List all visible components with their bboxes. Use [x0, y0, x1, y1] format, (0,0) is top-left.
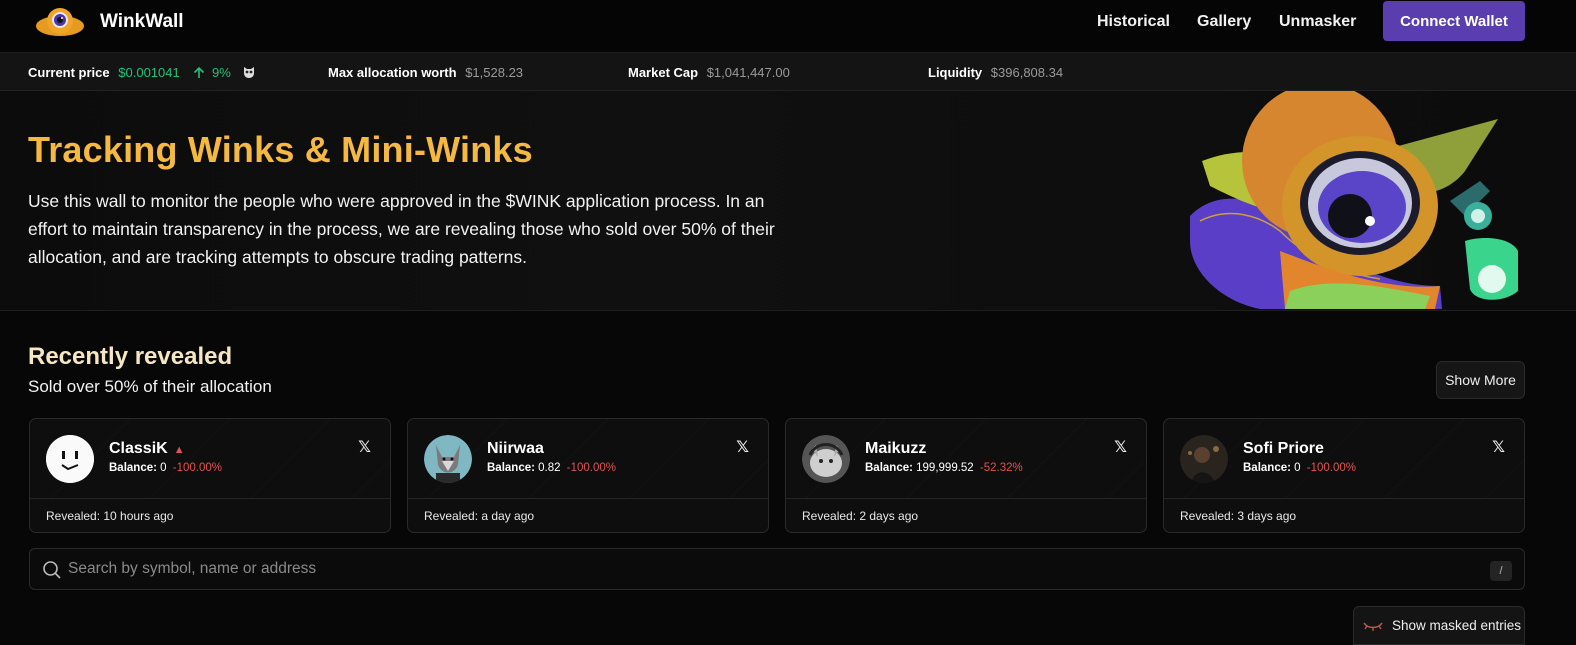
market-cap-value: $1,041,447.00 — [706, 65, 790, 80]
nav-historical[interactable]: Historical — [1097, 13, 1170, 31]
card-name: Niirwaa — [487, 440, 544, 458]
max-allocation-stat: Max allocation worth $1,528.23 — [328, 65, 523, 80]
hero-section: Tracking Winks & Mini-Winks Use this wal… — [0, 91, 1576, 311]
balance-label: Balance: — [1243, 462, 1291, 474]
revealed-card[interactable]: ClassiK ▲ Balance: 0 -100.00% 𝕏 Revealed:… — [29, 418, 391, 533]
balance-value: 199,999.52 — [916, 462, 974, 474]
keyboard-shortcut-badge: / — [1490, 561, 1512, 581]
card-name: Sofi Priore — [1243, 440, 1324, 458]
revealed-card[interactable]: Maikuzz Balance: 199,999.52 -52.32% 𝕏 Re… — [785, 418, 1147, 533]
card-balance: Balance: 0 -100.00% — [1243, 462, 1356, 474]
search-bar: / — [29, 548, 1525, 590]
revealed-time: Revealed: 3 days ago — [1180, 509, 1297, 523]
search-input[interactable] — [68, 549, 1468, 589]
avatar — [1180, 435, 1228, 483]
liquidity-label: Liquidity — [928, 65, 983, 80]
revealed-card[interactable]: Niirwaa Balance: 0.82 -100.00% 𝕏 Reveale… — [407, 418, 769, 533]
current-price-label: Current price — [28, 65, 110, 80]
balance-label: Balance: — [487, 462, 535, 474]
card-name-text: Niirwaa — [487, 440, 544, 457]
price-change-value: 9% — [211, 65, 231, 80]
revealed-time: Revealed: 2 days ago — [802, 509, 919, 523]
card-name: Maikuzz — [865, 440, 926, 458]
stats-ticker: Current price $0.001041 9% Max allocatio… — [0, 53, 1576, 91]
current-price-stat: Current price $0.001041 9% — [28, 65, 256, 80]
avatar — [802, 435, 850, 483]
show-more-button[interactable]: Show More — [1436, 361, 1525, 399]
market-cap-stat: Market Cap $1,041,447.00 — [628, 65, 790, 80]
balance-value: 0 — [1294, 462, 1301, 474]
max-allocation-value: $1,528.23 — [465, 65, 524, 80]
balance-change: -100.00% — [566, 462, 616, 474]
card-body: Niirwaa Balance: 0.82 -100.00% 𝕏 — [408, 419, 768, 499]
search-icon — [43, 561, 61, 579]
hero-title: Tracking Winks & Mini-Winks — [28, 129, 533, 170]
hero-description: Use this wall to monitor the people who … — [28, 191, 775, 267]
market-cap-label: Market Cap — [628, 65, 699, 80]
x-icon[interactable]: 𝕏 — [736, 437, 749, 457]
balance-value: 0.82 — [538, 462, 561, 474]
eye-closed-icon — [1363, 622, 1383, 631]
section-title: Recently revealed — [28, 343, 233, 370]
card-name-text: ClassiK — [109, 440, 168, 457]
balance-label: Balance: — [865, 462, 913, 474]
liquidity-stat: Liquidity $396,808.34 — [928, 65, 1063, 80]
card-body: ClassiK ▲ Balance: 0 -100.00% 𝕏 — [30, 419, 390, 499]
connect-wallet-button[interactable]: Connect Wallet — [1383, 1, 1525, 41]
revealed-time: Revealed: 10 hours ago — [46, 509, 174, 523]
top-navbar: WinkWall Historical Gallery Unmasker Con… — [0, 0, 1576, 53]
x-icon[interactable]: 𝕏 — [358, 437, 371, 457]
arrow-up-icon — [193, 65, 209, 80]
card-name-text: Maikuzz — [865, 440, 927, 457]
balance-change: -100.00% — [1306, 462, 1356, 474]
card-name-text: Sofi Priore — [1243, 440, 1324, 457]
revealed-time: Revealed: a day ago — [424, 509, 535, 523]
x-icon[interactable]: 𝕏 — [1114, 437, 1127, 457]
nav-gallery[interactable]: Gallery — [1197, 13, 1251, 31]
card-balance: Balance: 199,999.52 -52.32% — [865, 462, 1023, 474]
owl-icon — [242, 65, 256, 80]
x-icon[interactable]: 𝕏 — [1492, 437, 1505, 457]
brand-name[interactable]: WinkWall — [100, 11, 184, 33]
card-body: Sofi Priore Balance: 0 -100.00% 𝕏 — [1164, 419, 1524, 499]
show-masked-entries-button[interactable]: Show masked entries — [1353, 606, 1525, 645]
section-subtitle: Sold over 50% of their allocation — [28, 377, 272, 396]
balance-change: -100.00% — [172, 462, 222, 474]
nav-unmasker[interactable]: Unmasker — [1279, 13, 1356, 31]
mascot-illustration — [1190, 91, 1518, 309]
revealed-card[interactable]: Sofi Priore Balance: 0 -100.00% 𝕏 Reveal… — [1163, 418, 1525, 533]
balance-change: -52.32% — [979, 462, 1023, 474]
max-allocation-label: Max allocation worth — [328, 65, 457, 80]
current-price-value: $0.001041 — [118, 65, 180, 80]
winkwall-logo[interactable] — [33, 4, 87, 42]
card-balance: Balance: 0.82 -100.00% — [487, 462, 616, 474]
show-masked-label: Show masked entries — [1392, 618, 1522, 633]
balance-value: 0 — [160, 462, 167, 474]
avatar — [46, 435, 94, 483]
card-balance: Balance: 0 -100.00% — [109, 462, 222, 474]
liquidity-value: $396,808.34 — [990, 65, 1064, 80]
avatar — [424, 435, 472, 483]
card-body: Maikuzz Balance: 199,999.52 -52.32% 𝕏 — [786, 419, 1146, 499]
card-name: ClassiK ▲ — [109, 440, 185, 458]
alert-triangle-icon: ▲ — [173, 444, 185, 456]
balance-label: Balance: — [109, 462, 157, 474]
